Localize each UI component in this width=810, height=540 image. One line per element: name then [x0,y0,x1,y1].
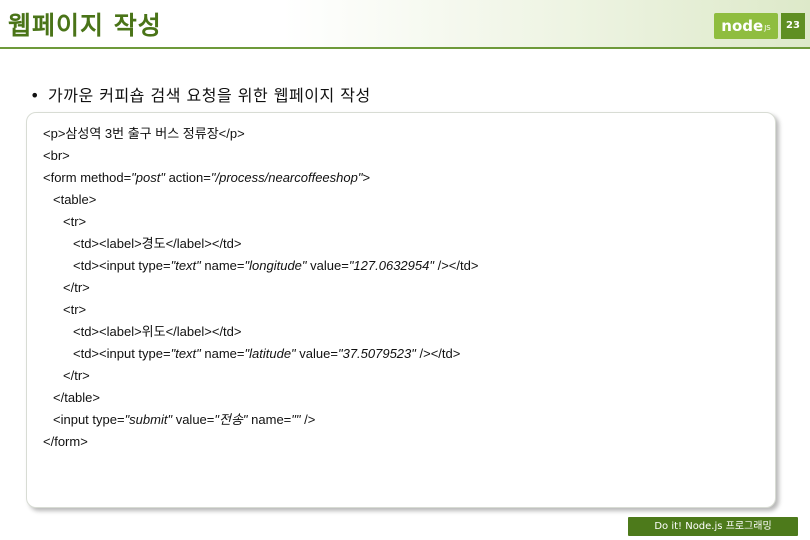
code-block: <p>삼성역 3번 출구 버스 정류장</p> <br> <form method=… [26,112,776,508]
code-line: <input type="submit" value="전송" name="" … [53,412,316,427]
code-line: <td><input type="text" name="latitude" v… [73,346,461,361]
bullet-item: • 가까운 커피숍 검색 요청을 위한 웹페이지 작성 [30,82,371,106]
footer-badge: Do it! Node.js 프로그래밍 [628,517,798,536]
title-divider [0,47,810,49]
nodejs-logo-icon: nodeJS [714,13,778,39]
code-line: </tr> [63,280,90,295]
page-number: 23 [781,13,805,39]
bullet-text: 가까운 커피숍 검색 요청을 위한 웹페이지 작성 [48,86,371,105]
code-line: </tr> [63,368,90,383]
bullet-dot-icon: • [30,86,40,105]
code-line: <br> [43,148,70,163]
code-line: <table> [53,192,97,207]
logo-text: node [721,17,764,35]
logo-suffix: JS [764,24,771,32]
code-line: <p>삼성역 3번 출구 버스 정류장</p> [43,126,245,141]
code-line: </form> [43,434,88,449]
code-line: <form method="post" action="/process/nea… [43,170,371,185]
code-line: <tr> [63,302,87,317]
code-line: <td><input type="text" name="longitude" … [73,258,479,273]
code-line: <td><label>위도</label></td> [73,324,242,339]
code-line: <tr> [63,214,87,229]
code-line: </table> [53,390,100,405]
slide-title: 웹페이지 작성 [8,11,162,40]
code-line: <td><label>경도</label></td> [73,236,242,251]
